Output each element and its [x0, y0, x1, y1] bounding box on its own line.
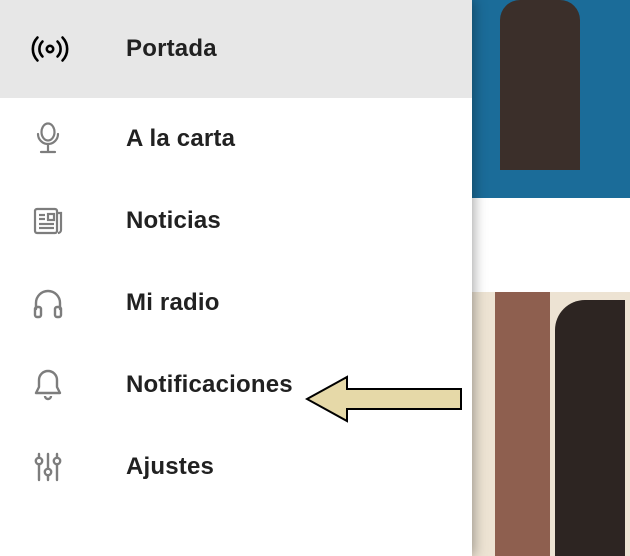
sidebar-item-mi-radio[interactable]: Mi radio — [0, 262, 472, 344]
sidebar-item-label: Ajustes — [126, 453, 214, 481]
background-person-bottom — [555, 300, 625, 556]
background-door — [495, 292, 550, 556]
sliders-icon — [28, 447, 126, 487]
background-mid — [470, 198, 630, 292]
broadcast-icon — [28, 27, 126, 71]
news-icon — [28, 201, 126, 241]
sidebar-item-label: A la carta — [126, 125, 235, 153]
headphones-icon — [28, 283, 126, 323]
sidebar-item-noticias[interactable]: Noticias — [0, 180, 472, 262]
sidebar-item-label: Portada — [126, 35, 217, 63]
sidebar-item-notificaciones[interactable]: Notificaciones — [0, 344, 472, 426]
bell-icon — [28, 365, 126, 405]
navigation-drawer: Portada A la carta Noticias — [0, 0, 472, 556]
microphone-icon — [28, 119, 126, 159]
sidebar-item-label: Notificaciones — [126, 371, 293, 399]
sidebar-item-portada[interactable]: Portada — [0, 0, 472, 98]
sidebar-item-a-la-carta[interactable]: A la carta — [0, 98, 472, 180]
sidebar-item-ajustes[interactable]: Ajustes — [0, 426, 472, 508]
sidebar-item-label: Noticias — [126, 207, 221, 235]
sidebar-item-label: Mi radio — [126, 289, 220, 317]
background-person-top — [500, 0, 580, 170]
